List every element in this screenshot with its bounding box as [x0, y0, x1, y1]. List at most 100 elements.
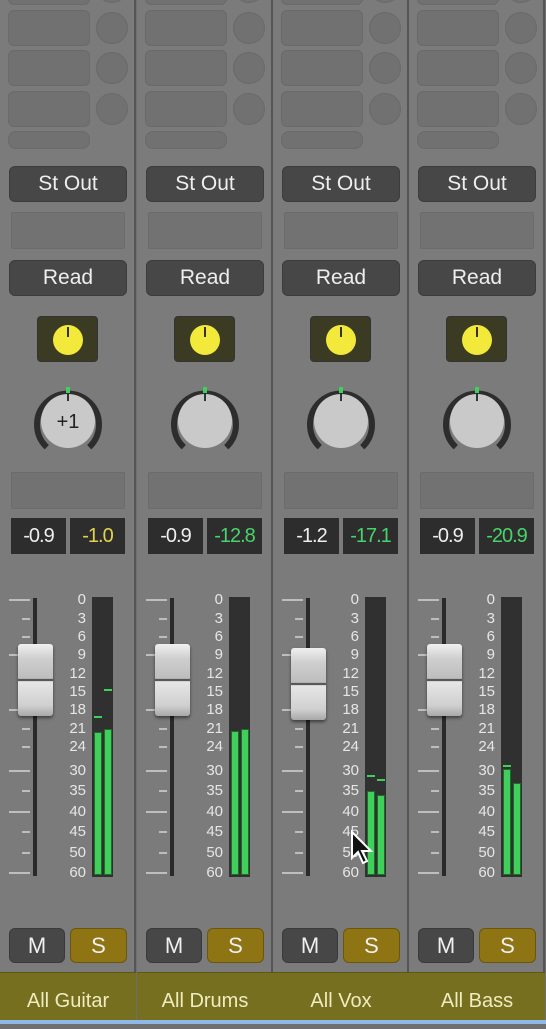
group-slot[interactable]: [148, 212, 262, 249]
insert-slot[interactable]: [417, 50, 499, 86]
meter-scale-label: 12: [69, 665, 86, 682]
output-button[interactable]: St Out: [146, 166, 264, 202]
mute-button[interactable]: M: [9, 928, 65, 963]
insert-slot[interactable]: [145, 50, 227, 86]
insert-slot[interactable]: [281, 91, 363, 127]
peak-readout[interactable]: -1.0: [70, 518, 125, 554]
pan-knob[interactable]: [441, 385, 513, 457]
insert-slot[interactable]: [281, 50, 363, 86]
channel-strip: St Out Read +1 -0.9 -1.0 0 3 6 9 12 15 18 21 24 30 35 4…: [0, 0, 136, 1020]
track-name[interactable]: All Vox: [273, 972, 409, 1020]
send-knob-slot[interactable]: [96, 93, 128, 125]
send-knob-slot[interactable]: [233, 52, 265, 84]
send-knob-slot[interactable]: [505, 0, 537, 3]
volume-fader[interactable]: [18, 644, 53, 716]
fader-scale-tick: [295, 746, 303, 748]
output-button[interactable]: St Out: [418, 166, 536, 202]
send-knob-slot[interactable]: [369, 12, 401, 44]
meter-scale-label: 30: [69, 762, 86, 779]
track-name[interactable]: All Drums: [137, 972, 273, 1020]
input-gain-button[interactable]: [446, 316, 507, 362]
volume-readout[interactable]: -1.2: [284, 518, 339, 554]
send-knob-slot[interactable]: [505, 52, 537, 84]
input-gain-button[interactable]: [310, 316, 371, 362]
meter-scale-label: 45: [206, 823, 223, 840]
insert-slot[interactable]: [145, 91, 227, 127]
send-knob-slot[interactable]: [369, 93, 401, 125]
send-knob-slot[interactable]: [96, 0, 128, 3]
channel-strip: St Out Read -1.2 -17.1 0 3 6 9 12 15 18 21 24 30 35 40…: [273, 0, 409, 1020]
volume-fader[interactable]: [155, 644, 190, 716]
send-knob-slot[interactable]: [233, 0, 265, 3]
pan-knob[interactable]: [305, 385, 377, 457]
pan-knob[interactable]: +1: [32, 385, 104, 457]
insert-slot[interactable]: [145, 10, 227, 46]
group-slot[interactable]: [420, 212, 534, 249]
output-button[interactable]: St Out: [9, 166, 127, 202]
input-gain-button[interactable]: [37, 316, 98, 362]
insert-slot[interactable]: [417, 0, 499, 5]
meter-scale-label: 60: [342, 864, 359, 881]
volume-readout[interactable]: -0.9: [148, 518, 203, 554]
peak-readout[interactable]: -12.8: [207, 518, 262, 554]
group-slot[interactable]: [284, 212, 398, 249]
send-slot[interactable]: [8, 131, 90, 149]
send-knob-slot[interactable]: [369, 0, 401, 3]
meter-scale-label: 0: [214, 591, 223, 608]
mute-button[interactable]: M: [282, 928, 338, 963]
solo-button[interactable]: S: [70, 928, 127, 963]
mute-button[interactable]: M: [146, 928, 202, 963]
send-knob-slot[interactable]: [96, 52, 128, 84]
automation-mode-button[interactable]: Read: [9, 260, 127, 296]
insert-slot[interactable]: [281, 0, 363, 5]
send-slot[interactable]: [145, 131, 227, 149]
insert-slot[interactable]: [8, 0, 90, 5]
meter-peak-hold: [377, 779, 385, 781]
input-gain-button[interactable]: [174, 316, 235, 362]
send-knob-slot[interactable]: [505, 93, 537, 125]
send-slot[interactable]: [417, 131, 499, 149]
volume-readout[interactable]: -0.9: [420, 518, 475, 554]
meter-bar: [104, 729, 112, 875]
solo-button[interactable]: S: [207, 928, 264, 963]
insert-slot[interactable]: [8, 91, 90, 127]
comment-slot[interactable]: [284, 472, 398, 509]
mute-button[interactable]: M: [418, 928, 474, 963]
volume-knob-icon: [190, 325, 220, 355]
meter-scale-label: 15: [69, 683, 86, 700]
insert-slot[interactable]: [8, 10, 90, 46]
peak-readout[interactable]: -17.1: [343, 518, 398, 554]
group-slot[interactable]: [11, 212, 125, 249]
send-knob-slot[interactable]: [369, 52, 401, 84]
volume-fader[interactable]: [427, 644, 462, 716]
track-name[interactable]: All Guitar: [0, 972, 136, 1020]
insert-slot[interactable]: [8, 50, 90, 86]
send-knob-slot[interactable]: [96, 12, 128, 44]
volume-readout[interactable]: -0.9: [11, 518, 66, 554]
comment-slot[interactable]: [148, 472, 262, 509]
volume-fader[interactable]: [291, 648, 326, 720]
peak-readout[interactable]: -20.9: [479, 518, 534, 554]
insert-slot[interactable]: [281, 10, 363, 46]
meter-peak-hold: [367, 775, 375, 777]
automation-mode-button[interactable]: Read: [146, 260, 264, 296]
send-knob-slot[interactable]: [233, 93, 265, 125]
automation-mode-button[interactable]: Read: [418, 260, 536, 296]
meter-scale-label: 24: [478, 738, 495, 755]
meter-scale-label: 60: [206, 864, 223, 881]
track-name[interactable]: All Bass: [409, 972, 545, 1020]
insert-slot[interactable]: [417, 10, 499, 46]
solo-button[interactable]: S: [343, 928, 400, 963]
insert-slot[interactable]: [145, 0, 227, 5]
comment-slot[interactable]: [420, 472, 534, 509]
send-slot[interactable]: [281, 131, 363, 149]
pan-knob[interactable]: [169, 385, 241, 457]
comment-slot[interactable]: [11, 472, 125, 509]
send-knob-slot[interactable]: [233, 12, 265, 44]
automation-mode-button[interactable]: Read: [282, 260, 400, 296]
fader-scale-tick: [22, 728, 30, 730]
send-knob-slot[interactable]: [505, 12, 537, 44]
solo-button[interactable]: S: [479, 928, 536, 963]
output-button[interactable]: St Out: [282, 166, 400, 202]
insert-slot[interactable]: [417, 91, 499, 127]
